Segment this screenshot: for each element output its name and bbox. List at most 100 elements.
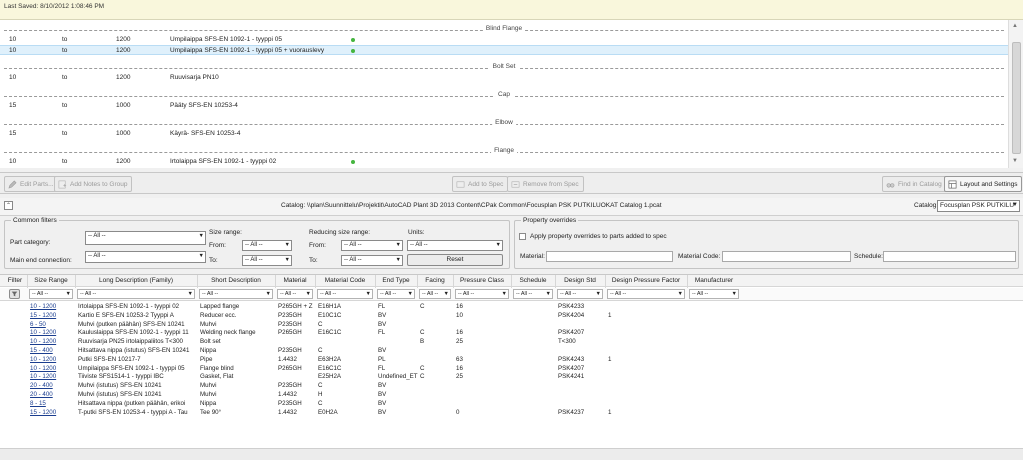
spec-item-row[interactable]: 10 to 1200 Irtolaippa SFS-EN 1092-1 - tyypp…	[0, 157, 1008, 167]
spec-list-scrollbar[interactable]: ▲ ▼	[1008, 20, 1023, 168]
column-header[interactable]: Facing	[418, 277, 452, 284]
table-cell: P235GH	[278, 311, 302, 319]
column-filter-value: -- All --	[280, 291, 297, 297]
apply-overrides-checkbox[interactable]	[519, 233, 526, 240]
table-cell: P235GH	[278, 320, 302, 328]
add-notes-button[interactable]: Add Notes to Group	[54, 176, 133, 192]
size-range-link[interactable]: 10 - 1200	[30, 338, 74, 345]
spec-list[interactable]: Blind Flange 10 to 1200 Umpilaippa SFS-EN 10…	[0, 20, 1008, 168]
column-filter-combo[interactable]: -- All -- ▼	[77, 289, 195, 299]
column-header[interactable]: Schedule	[512, 277, 554, 284]
units-combo[interactable]: -- All -- ▼	[407, 240, 503, 251]
main-end-combo[interactable]: -- All -- ▼	[85, 251, 206, 263]
column-header[interactable]: End Type	[376, 277, 416, 284]
column-header[interactable]: Size Range	[28, 277, 74, 284]
spec-item-row[interactable]: 10 to 1200 Umpilaippa SFS-EN 1092-1 - tyypp…	[0, 35, 1008, 45]
table-row[interactable]: 10 - 1200 Putki SFS-EN 10217-7 Pipe 1.4432 E…	[0, 356, 1023, 365]
reducing-from-combo[interactable]: -- All -- ▼	[341, 240, 403, 251]
spec-item-row[interactable]: 15 to 1000 Käyrä- SFS-EN 10253-4	[0, 129, 1008, 139]
size-range-link[interactable]: 15 - 400	[30, 347, 74, 354]
column-filter-combo[interactable]: -- All -- ▼	[317, 289, 373, 299]
size-from-combo[interactable]: -- All -- ▼	[242, 240, 292, 251]
edit-parts-label: Edit Parts...	[20, 180, 54, 188]
size-from-label: From:	[209, 242, 226, 249]
filter-icon[interactable]	[9, 289, 20, 299]
column-filter-combo[interactable]: -- All -- ▼	[557, 289, 603, 299]
edit-parts-button[interactable]: Edit Parts...	[4, 176, 59, 192]
column-header[interactable]: Short Description	[198, 277, 274, 284]
size-max: 1200	[116, 158, 131, 165]
reset-button[interactable]: Reset	[407, 254, 503, 266]
table-cell: Gasket, Flat	[200, 373, 234, 381]
column-filter-combo[interactable]: -- All -- ▼	[689, 289, 739, 299]
size-range-link[interactable]: 10 - 1200	[30, 329, 74, 336]
table-row[interactable]: 10 - 1200 Kauluslaippa SFS-EN 1092-1 - ty…	[0, 329, 1023, 338]
find-in-catalog-button[interactable]: Find in Catalog	[882, 176, 947, 192]
part-category-combo[interactable]: -- All -- ▼	[85, 231, 206, 245]
column-header[interactable]: Long Description (Family)	[76, 277, 196, 284]
table-row[interactable]: 8 - 15 Hitsattava nippa (putken päähän, e…	[0, 400, 1023, 409]
size-range-link[interactable]: 6 - 50	[30, 321, 74, 328]
scroll-thumb[interactable]	[1012, 42, 1021, 154]
table-cell: 1	[608, 408, 612, 416]
table-row[interactable]: 10 - 1200 Ruuvisarja PN25 irtolaippaliito…	[0, 338, 1023, 347]
size-range-link[interactable]: 20 - 400	[30, 391, 74, 398]
column-header[interactable]: Manufacturer	[688, 277, 740, 284]
schedule-input[interactable]	[883, 251, 1016, 262]
size-range-link[interactable]: 20 - 400	[30, 382, 74, 389]
section-separator: Elbow	[4, 119, 1004, 129]
grid-filter-row: -- All -- ▼ -- All -- ▼ -- All -- ▼ -- All -- ▼…	[0, 288, 1023, 301]
spec-item-row[interactable]: 10 to 1200 Ruuvisarja PN10	[0, 73, 1008, 83]
column-filter-combo[interactable]: -- All -- ▼	[377, 289, 415, 299]
spec-item-row[interactable]: 10 to 1200 Umpilaippa SFS-EN 1092-1 - tyypp…	[0, 45, 1008, 55]
material-input[interactable]	[546, 251, 673, 262]
size-range-link[interactable]: 10 - 1200	[30, 373, 74, 380]
column-filter-combo[interactable]: -- All -- ▼	[277, 289, 313, 299]
reducing-to-combo[interactable]: -- All -- ▼	[341, 255, 403, 266]
column-header[interactable]: Design Pressure Factor	[606, 277, 686, 284]
table-cell: Muhvi	[200, 320, 217, 328]
catalog-grid[interactable]: Filter Size Range Long Description (Family…	[0, 274, 1023, 448]
catalog-path: Catalog: \\plan\Suunnittelu\Projektit\Au…	[281, 202, 662, 209]
size-range-link[interactable]: 10 - 1200	[30, 365, 74, 372]
part-description: Umpilaippa SFS-EN 1092-1 - tyyppi 05 + v…	[170, 47, 325, 54]
column-header[interactable]: Material Code	[316, 277, 374, 284]
size-range-link[interactable]: 8 - 15	[30, 400, 74, 407]
column-filter-combo[interactable]: -- All -- ▼	[607, 289, 685, 299]
scroll-up-icon[interactable]: ▲	[1012, 23, 1018, 29]
table-row[interactable]: 6 - 50 Muhvi (putken päähän) SFS-EN 10241…	[0, 321, 1023, 330]
size-range-link[interactable]: 15 - 1200	[30, 312, 74, 319]
spec-item-row[interactable]: 15 to 1000 Pääty SFS-EN 10253-4	[0, 101, 1008, 111]
column-filter-combo[interactable]: -- All -- ▼	[513, 289, 553, 299]
table-row[interactable]: 15 - 400 Hitsattava nippa (istutus) SFS-E…	[0, 347, 1023, 356]
size-to-combo[interactable]: -- All -- ▼	[242, 255, 292, 266]
scroll-down-icon[interactable]: ▼	[1012, 158, 1018, 164]
size-range-link[interactable]: 15 - 1200	[30, 409, 74, 416]
column-filter-combo[interactable]: -- All -- ▼	[455, 289, 509, 299]
column-header[interactable]: Filter	[4, 277, 26, 284]
size-range-link[interactable]: 10 - 1200	[30, 356, 74, 363]
catalog-select[interactable]: Focusplan PSK PUTKILU ▼	[937, 200, 1020, 212]
material-code-input[interactable]	[722, 251, 851, 262]
size-range-link[interactable]: 10 - 1200	[30, 303, 74, 310]
column-header[interactable]: Material	[276, 277, 314, 284]
layout-settings-button[interactable]: Layout and Settings	[944, 176, 1023, 192]
add-to-spec-button[interactable]: Add to Spec	[452, 176, 509, 192]
table-cell: T-putki SFS-EN 10253-4 - tyyppi A - Tau	[78, 408, 188, 416]
column-header[interactable]: Design Std	[556, 277, 604, 284]
table-cell: 1	[608, 355, 612, 363]
table-row[interactable]: 15 - 1200 Kartio E SFS-EN 10253-2 Tyyppi …	[0, 312, 1023, 321]
table-row[interactable]: 20 - 400 Muhvi (istutus) SFS-EN 10241 Muhv…	[0, 382, 1023, 391]
table-row[interactable]: 10 - 1200 Irtolaippa SFS-EN 1092-1 - tyyp…	[0, 303, 1023, 312]
remove-from-spec-button[interactable]: Remove from Spec	[507, 176, 584, 192]
table-row[interactable]: 15 - 1200 T-putki SFS-EN 10253-4 - tyyppi…	[0, 409, 1023, 418]
column-filter-combo[interactable]: -- All -- ▼	[199, 289, 273, 299]
table-cell: Lapped flange	[200, 303, 240, 310]
table-row[interactable]: 10 - 1200 Umpilaippa SFS-EN 1092-1 - tyyp…	[0, 365, 1023, 374]
collapse-icon[interactable]: ⌃	[4, 201, 13, 210]
column-filter-combo[interactable]: -- All -- ▼	[419, 289, 451, 299]
column-header[interactable]: Pressure Class	[454, 277, 510, 284]
table-row[interactable]: 10 - 1200 Tiiviste SFS1514-1 - tyyppi IBC…	[0, 373, 1023, 382]
column-filter-combo[interactable]: -- All -- ▼	[29, 289, 73, 299]
table-row[interactable]: 20 - 400 Muhvi (istutus) SFS-EN 10241 Muhv…	[0, 391, 1023, 400]
